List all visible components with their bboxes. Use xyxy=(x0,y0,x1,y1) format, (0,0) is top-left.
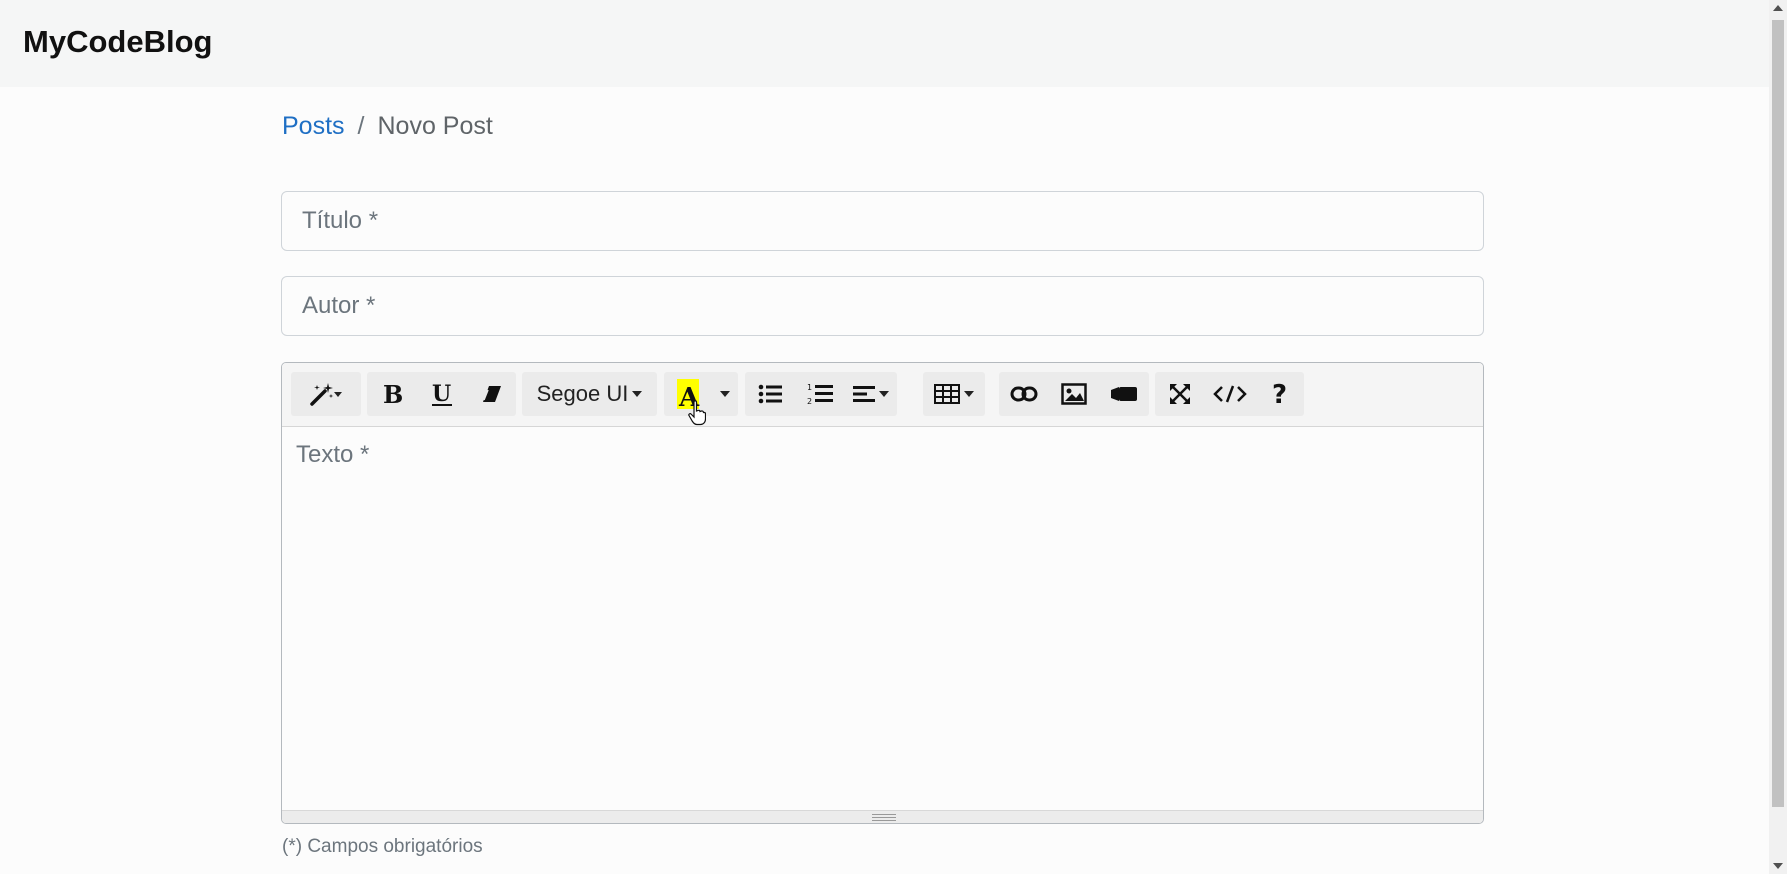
font-style-group: B U xyxy=(367,372,516,416)
help-button[interactable]: ? xyxy=(1255,372,1304,416)
eraser-icon xyxy=(482,386,501,402)
fullscreen-icon xyxy=(1170,384,1190,404)
svg-text:1: 1 xyxy=(807,383,812,392)
picture-icon xyxy=(1061,383,1087,405)
editor-resize-bar[interactable] xyxy=(282,810,1483,823)
remove-format-button[interactable] xyxy=(467,372,516,416)
resize-grip-icon[interactable] xyxy=(872,814,896,821)
video-icon xyxy=(1111,387,1137,401)
rich-text-editor: B U Segoe UI A 1 2 ? Texto * xyxy=(281,362,1484,824)
svg-text:2: 2 xyxy=(807,397,812,406)
code-view-icon xyxy=(1213,385,1247,403)
underline-button[interactable]: U xyxy=(417,372,467,416)
editor-toolbar: B U Segoe UI A 1 2 ? xyxy=(282,363,1483,427)
insert-group xyxy=(999,372,1149,416)
brand-logo[interactable]: MyCodeBlog xyxy=(23,24,212,60)
font-family-label: Segoe UI xyxy=(536,381,629,406)
hand-pointer-cursor-icon xyxy=(688,400,706,426)
breadcrumb-current: Novo Post xyxy=(377,112,493,140)
view-group: ? xyxy=(1155,372,1304,416)
picture-button[interactable] xyxy=(1049,372,1099,416)
author-input[interactable] xyxy=(281,276,1484,336)
page-scrollbar[interactable] xyxy=(1769,0,1787,874)
link-icon xyxy=(1010,386,1038,402)
font-name-group: Segoe UI xyxy=(522,372,657,416)
title-input[interactable] xyxy=(281,191,1484,251)
chevron-down-icon xyxy=(964,391,974,397)
fullscreen-button[interactable] xyxy=(1155,372,1205,416)
style-button[interactable] xyxy=(291,372,361,416)
chevron-down-icon xyxy=(720,391,730,397)
breadcrumb: Posts / Novo Post xyxy=(282,112,493,141)
svg-text:B: B xyxy=(383,382,403,406)
unordered-list-icon xyxy=(758,384,782,404)
chevron-down-icon xyxy=(632,391,643,397)
align-dropdown-button[interactable] xyxy=(845,372,897,416)
svg-text:?: ? xyxy=(1272,381,1287,407)
scroll-thumb[interactable] xyxy=(1772,20,1784,807)
bold-icon: B xyxy=(383,382,403,406)
color-dropdown-button[interactable] xyxy=(712,372,738,416)
ordered-list-icon: 1 2 xyxy=(807,383,833,406)
chevron-down-icon xyxy=(879,391,889,397)
unordered-list-button[interactable] xyxy=(745,372,795,416)
underline-icon: U xyxy=(432,381,452,407)
style-group xyxy=(291,372,361,416)
code-view-button[interactable] xyxy=(1205,372,1255,416)
table-icon xyxy=(934,384,960,404)
paragraph-group: 1 2 xyxy=(745,372,897,416)
text-editable-area[interactable]: Texto * xyxy=(282,427,1483,811)
ordered-list-button[interactable]: 1 2 xyxy=(795,372,845,416)
font-family-dropdown[interactable]: Segoe UI xyxy=(522,372,657,416)
video-button[interactable] xyxy=(1099,372,1149,416)
scroll-down-arrow-icon[interactable] xyxy=(1773,863,1783,869)
scroll-up-arrow-icon[interactable] xyxy=(1773,5,1783,11)
breadcrumb-separator: / xyxy=(357,112,365,140)
required-fields-note: (*) Campos obrigatórios xyxy=(282,836,483,857)
breadcrumb-posts-link[interactable]: Posts xyxy=(282,112,345,140)
link-button[interactable] xyxy=(999,372,1049,416)
table-dropdown-button[interactable] xyxy=(923,372,985,416)
align-left-icon xyxy=(853,386,875,402)
navbar: MyCodeBlog xyxy=(0,0,1769,87)
help-icon: ? xyxy=(1272,381,1287,407)
magic-wand-icon xyxy=(310,383,342,406)
bold-button[interactable]: B xyxy=(367,372,417,416)
svg-text:U: U xyxy=(432,381,451,407)
table-group xyxy=(923,372,985,416)
